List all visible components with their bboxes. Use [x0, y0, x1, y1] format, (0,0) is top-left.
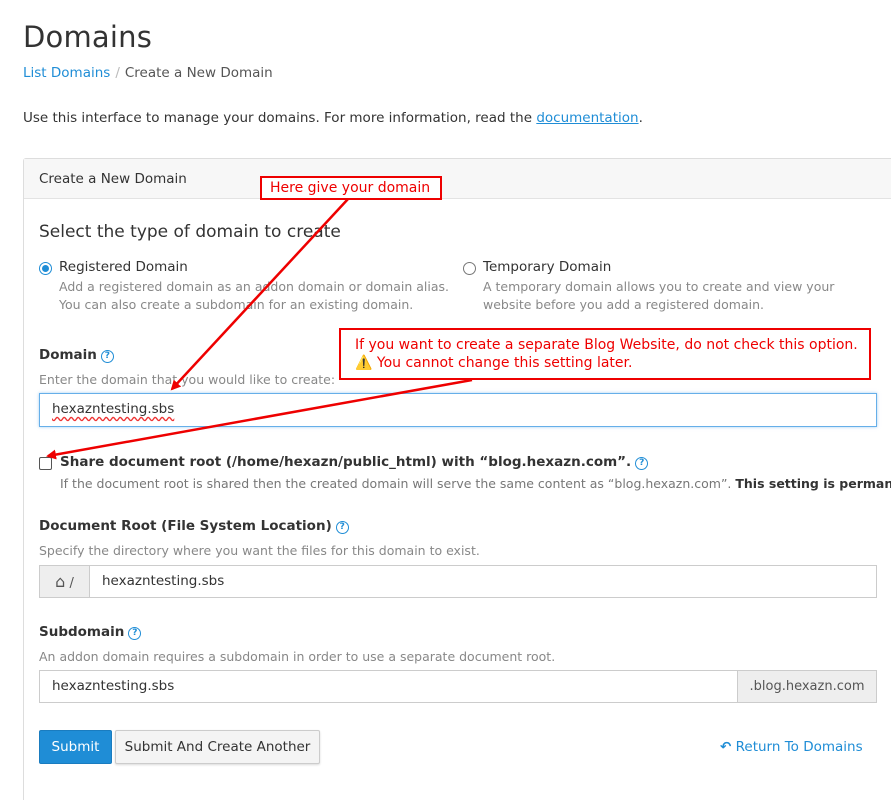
- breadcrumb: List Domains / Create a New Domain: [23, 65, 273, 81]
- document-root-label: Document Root (File System Location)?: [39, 518, 349, 534]
- document-root-prefix-slash: /: [69, 576, 74, 591]
- subdomain-suffix: .blog.hexazn.com: [737, 670, 877, 703]
- help-icon[interactable]: ?: [100, 350, 114, 363]
- document-root-help-text: Specify the directory where you want the…: [39, 543, 480, 558]
- document-root-label-text: Document Root (File System Location): [39, 518, 332, 534]
- subdomain-label-text: Subdomain: [39, 624, 125, 640]
- subdomain-label: Subdomain?: [39, 624, 142, 640]
- home-icon: ⌂: [55, 572, 66, 591]
- page-title: Domains: [23, 20, 153, 54]
- share-document-root-checkbox[interactable]: [39, 457, 52, 470]
- domain-label-text: Domain: [39, 347, 97, 363]
- help-icon[interactable]: ?: [128, 627, 142, 640]
- intro-body: Use this interface to manage your domain…: [23, 110, 537, 126]
- temporary-domain-desc: A temporary domain allows you to create …: [483, 278, 834, 314]
- return-icon: ↶: [720, 739, 732, 755]
- document-root-prefix: ⌂ /: [39, 565, 90, 598]
- registered-domain-label[interactable]: Registered Domain: [59, 259, 188, 275]
- section-title: Select the type of domain to create: [39, 222, 341, 242]
- breadcrumb-separator: /: [115, 65, 120, 81]
- share-document-root-label[interactable]: Share document root (/home/hexazn/public…: [60, 454, 649, 470]
- share-document-root-label-text[interactable]: Share document root (/home/hexazn/public…: [60, 454, 631, 470]
- registered-domain-desc-line1: Add a registered domain as an addon doma…: [59, 279, 449, 294]
- temporary-domain-desc-line2: website before you add a registered doma…: [483, 297, 764, 312]
- registered-domain-radio[interactable]: [39, 262, 52, 275]
- help-icon[interactable]: ?: [335, 521, 349, 534]
- subdomain-help-text: An addon domain requires a subdomain in …: [39, 649, 556, 664]
- breadcrumb-list-domains-link[interactable]: List Domains: [23, 65, 110, 81]
- annotation-blog-warning-line1: If you want to create a separate Blog We…: [355, 337, 858, 353]
- annotation-blog-warning-line2: ⚠️ You cannot change this setting later.: [355, 355, 633, 371]
- submit-and-create-another-button[interactable]: Submit And Create Another: [115, 730, 320, 764]
- temporary-domain-radio[interactable]: [463, 262, 476, 275]
- subdomain-input-value: hexazntesting.sbs: [52, 678, 175, 694]
- documentation-link[interactable]: documentation: [536, 110, 638, 126]
- domain-input[interactable]: hexazntesting.sbs: [39, 393, 877, 427]
- breadcrumb-current: Create a New Domain: [124, 65, 273, 81]
- share-document-root-desc: If the document root is shared then the …: [60, 476, 891, 491]
- registered-domain-desc-line2: You can also create a subdomain for an e…: [59, 297, 414, 312]
- intro-end: .: [638, 110, 643, 126]
- registered-domain-desc: Add a registered domain as an addon doma…: [59, 278, 449, 314]
- domain-input-value: hexazntesting.sbs: [52, 401, 175, 417]
- return-to-domains-link[interactable]: ↶ Return To Domains: [720, 739, 863, 755]
- annotation-give-domain: Here give your domain: [260, 176, 442, 200]
- annotation-blog-warning: If you want to create a separate Blog We…: [339, 328, 871, 380]
- share-root-desc-bold: This setting is permanent.: [735, 476, 891, 491]
- intro-text: Use this interface to manage your domain…: [23, 110, 643, 126]
- temporary-domain-desc-line1: A temporary domain allows you to create …: [483, 279, 835, 294]
- help-icon[interactable]: ?: [635, 457, 649, 470]
- submit-button[interactable]: Submit: [39, 730, 112, 764]
- document-root-input[interactable]: hexazntesting.sbs: [89, 565, 877, 598]
- subdomain-input[interactable]: hexazntesting.sbs: [39, 670, 738, 703]
- temporary-domain-label[interactable]: Temporary Domain: [483, 259, 611, 275]
- panel-heading: Create a New Domain: [24, 159, 891, 199]
- share-root-desc-text: If the document root is shared then the …: [60, 476, 736, 491]
- domain-label: Domain?: [39, 347, 114, 363]
- document-root-input-value: hexazntesting.sbs: [102, 573, 225, 589]
- domain-help-text: Enter the domain that you would like to …: [39, 372, 336, 387]
- return-to-domains-text[interactable]: Return To Domains: [736, 739, 863, 755]
